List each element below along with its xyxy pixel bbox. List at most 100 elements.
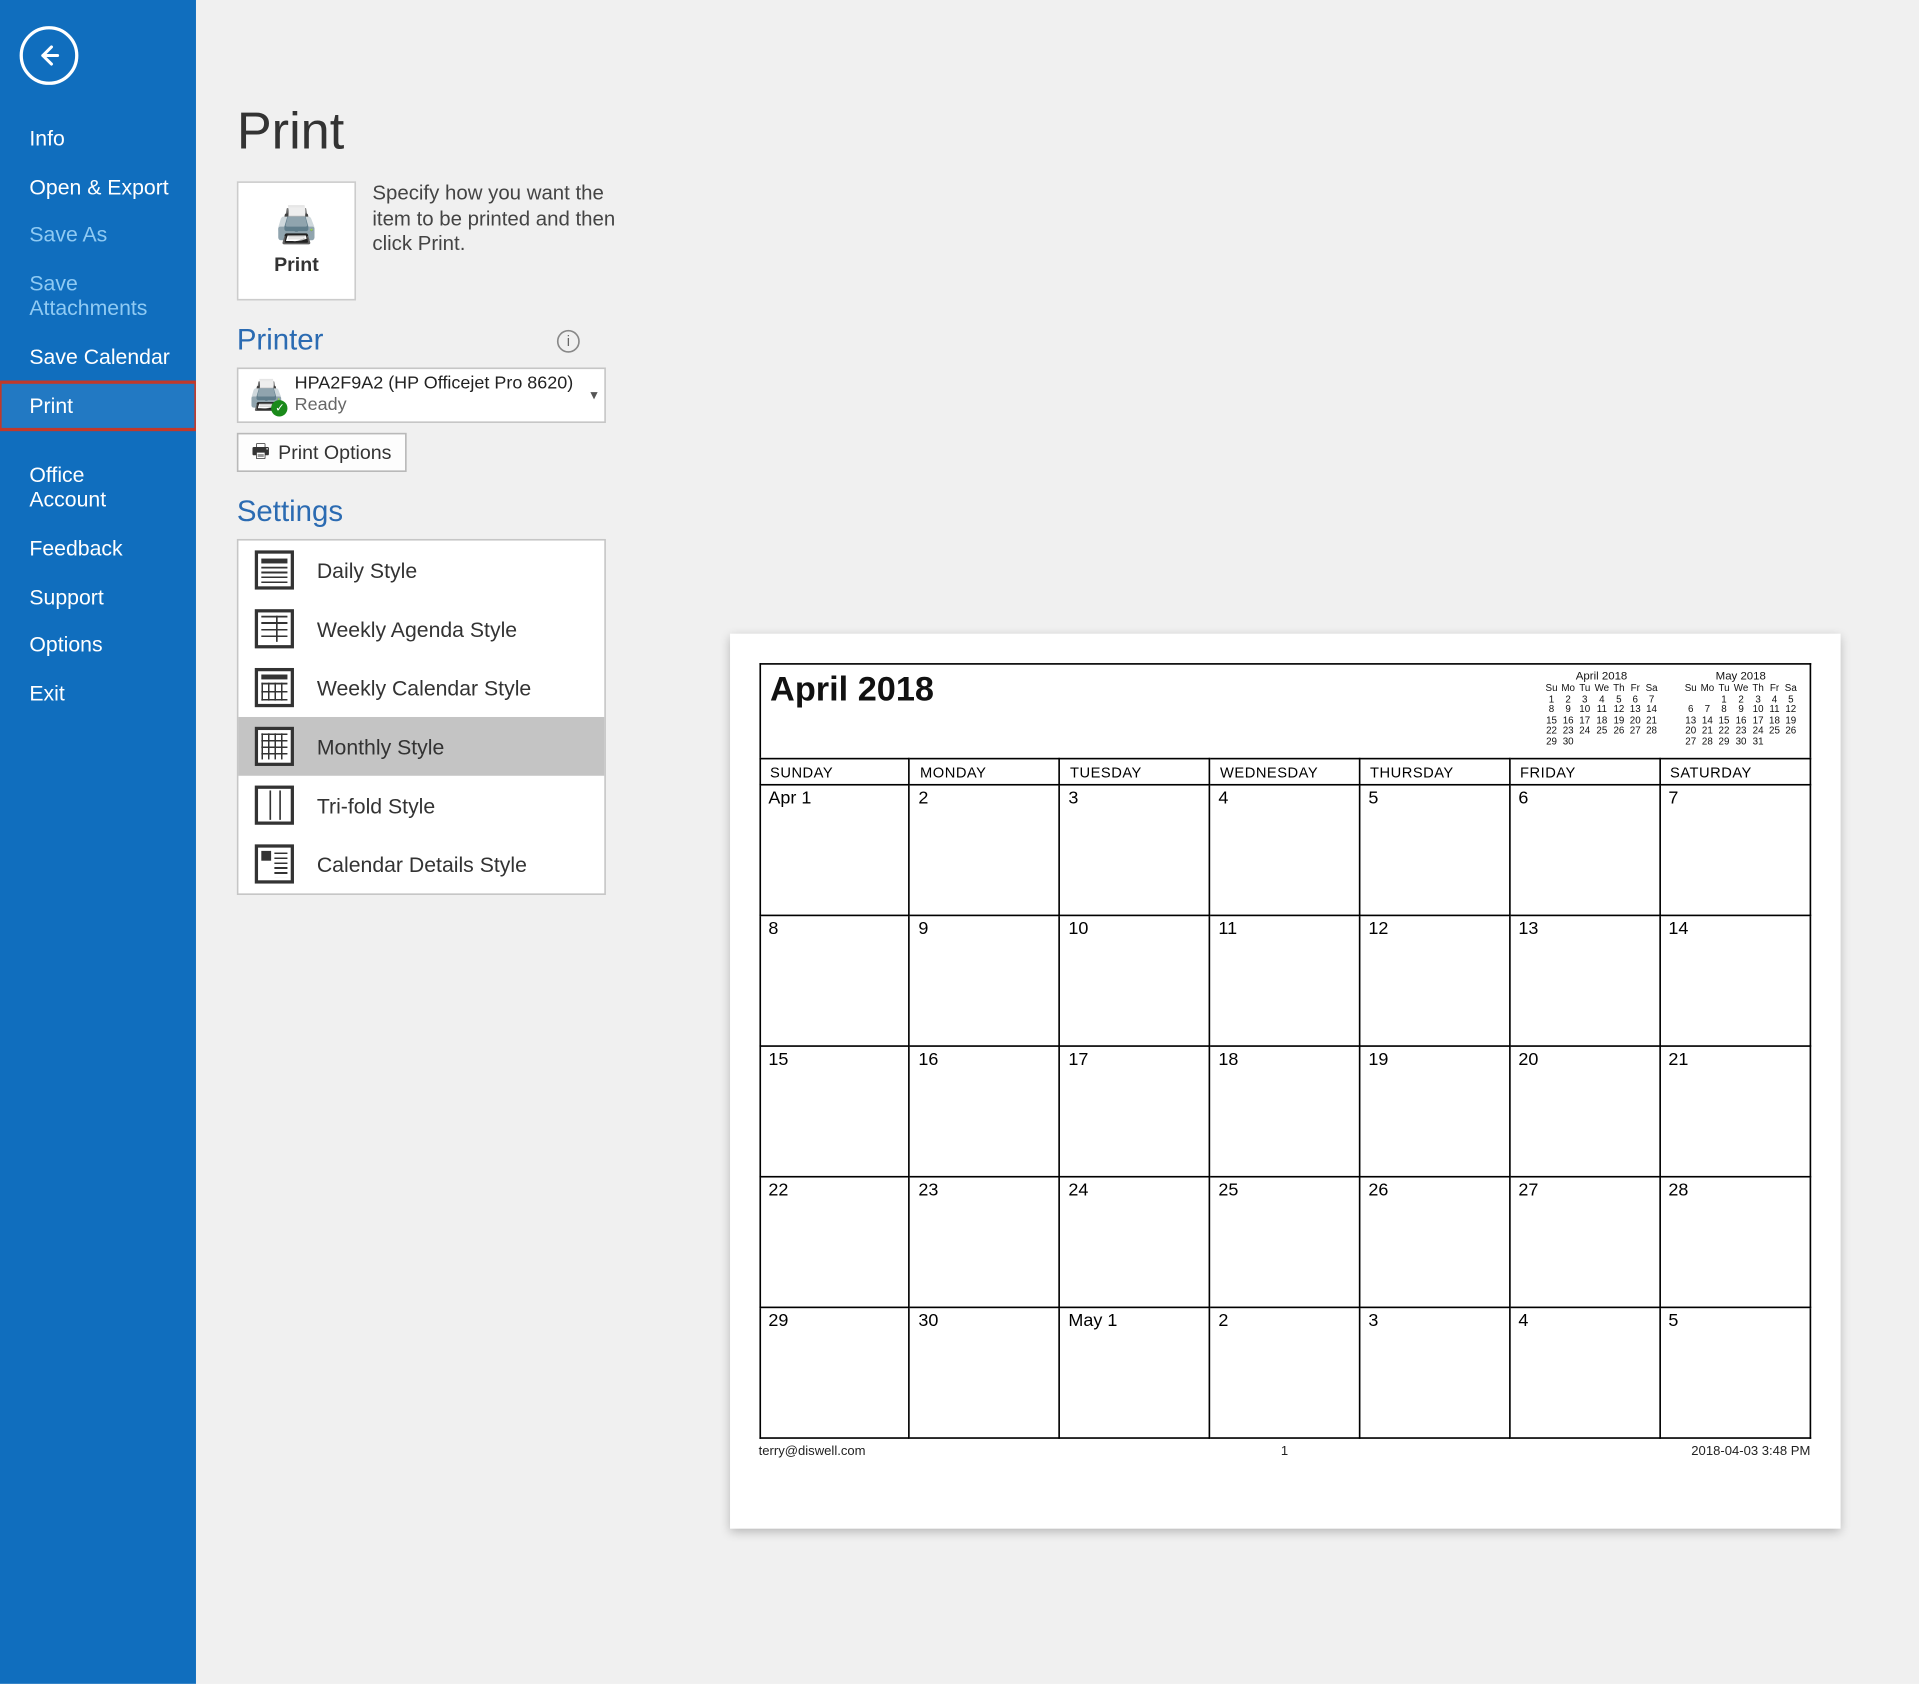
calendar-cell: 4	[1509, 1307, 1659, 1438]
calendar-cell: 14	[1659, 915, 1809, 1046]
calendar-cell: 3	[1359, 1307, 1509, 1438]
nav-item-options[interactable]: Options	[0, 621, 196, 669]
dow-header: TUESDAY	[1059, 759, 1209, 785]
dow-header: MONDAY	[909, 759, 1059, 785]
preview-footer: terry@diswell.com 1 2018-04-03 3:48 PM	[759, 1444, 1811, 1459]
style-tri-fold-style[interactable]: Tri-fold Style	[238, 776, 604, 835]
dow-header: SATURDAY	[1659, 759, 1809, 785]
calendar-cell: 24	[1059, 1177, 1209, 1308]
calendar-cell: May 1	[1059, 1307, 1209, 1438]
calendar-cell: 7	[1659, 785, 1809, 916]
calendar-cell: 4	[1209, 785, 1359, 916]
info-icon[interactable]: i	[557, 330, 580, 353]
style-list: Daily Style Weekly Agenda Style Weekly Cal…	[237, 539, 606, 895]
nav-item-feedback[interactable]: Feedback	[0, 524, 196, 572]
nav-item-info[interactable]: Info	[0, 114, 196, 162]
mini-calendar-next: May 2018SuMoTuWeThFrSa123456789101112131…	[1683, 671, 1799, 749]
preview-month-title: April 2018	[770, 671, 934, 710]
arrow-left-icon	[34, 41, 63, 70]
nav-item-save-attachments: Save Attachments	[0, 259, 196, 333]
calendar-cell: 12	[1359, 915, 1509, 1046]
dow-header: WEDNESDAY	[1209, 759, 1359, 785]
calendar-cell: 6	[1509, 785, 1659, 916]
print-description: Specify how you want the item to be prin…	[372, 181, 633, 258]
calendar-cell: 27	[1509, 1177, 1659, 1308]
calendar-cell: 25	[1209, 1177, 1359, 1308]
ic-trifold-icon	[255, 786, 294, 825]
ready-check-icon: ✓	[272, 399, 288, 415]
calendar-cell: 18	[1209, 1046, 1359, 1177]
nav-item-save-as: Save As	[0, 211, 196, 259]
style-label: Calendar Details Style	[317, 852, 527, 876]
backstage-sidebar: InfoOpen & ExportSave AsSave Attachments…	[0, 0, 196, 1684]
nav-item-save-calendar[interactable]: Save Calendar	[0, 333, 196, 381]
nav-item-support[interactable]: Support	[0, 573, 196, 621]
print-preview: April 2018 April 2018SuMoTuWeThFrSa12345…	[686, 634, 1883, 1619]
style-weekly-calendar-style[interactable]: Weekly Calendar Style	[238, 658, 604, 717]
style-monthly-style[interactable]: Monthly Style	[238, 717, 604, 776]
printer-heading: Printer i	[237, 323, 1919, 357]
ic-agenda-icon	[255, 609, 294, 648]
calendar-cell: 10	[1059, 915, 1209, 1046]
preview-header: April 2018 April 2018SuMoTuWeThFrSa12345…	[759, 663, 1811, 758]
calendar-cell: 21	[1659, 1046, 1809, 1177]
print-card: 🖨️ Print Specify how you want the item t…	[237, 181, 1919, 300]
calendar-cell: 19	[1359, 1046, 1509, 1177]
mini-calendar-current: April 2018SuMoTuWeThFrSa1234567891011121…	[1543, 671, 1659, 749]
style-calendar-details-style[interactable]: Calendar Details Style	[238, 835, 604, 894]
nav-item-open-export[interactable]: Open & Export	[0, 163, 196, 211]
print-options-button[interactable]: 🖶 Print Options	[237, 433, 406, 472]
calendar-cell: 5	[1359, 785, 1509, 916]
style-label: Monthly Style	[317, 734, 444, 758]
print-button[interactable]: 🖨️ Print	[237, 181, 356, 300]
nav-item-print[interactable]: Print	[0, 381, 196, 429]
preview-page: April 2018 April 2018SuMoTuWeThFrSa12345…	[729, 634, 1840, 1529]
style-label: Tri-fold Style	[317, 793, 435, 817]
page-title: Print	[237, 101, 1919, 161]
printer-small-icon: 🖶	[252, 435, 271, 469]
style-daily-style[interactable]: Daily Style	[238, 541, 604, 600]
calendar-cell: 26	[1359, 1177, 1509, 1308]
calendar-cell: 3	[1059, 785, 1209, 916]
ic-details-icon	[255, 844, 294, 883]
dow-header: THURSDAY	[1359, 759, 1509, 785]
calendar-cell: 20	[1509, 1046, 1659, 1177]
back-button[interactable]	[20, 26, 79, 85]
calendar-cell: 15	[759, 1046, 909, 1177]
settings-heading: Settings	[237, 495, 1919, 529]
printer-select[interactable]: 🖨️✓ HPA2F9A2 (HP Officejet Pro 8620) Rea…	[237, 367, 606, 423]
printer-icon: 🖨️	[274, 207, 319, 243]
style-label: Weekly Agenda Style	[317, 617, 517, 641]
chevron-down-icon: ▾	[590, 386, 597, 404]
calendar-cell: 9	[909, 915, 1059, 1046]
footer-page-number: 1	[1281, 1444, 1288, 1459]
calendar-cell: 22	[759, 1177, 909, 1308]
calendar-cell: 2	[909, 785, 1059, 916]
printer-name: HPA2F9A2 (HP Officejet Pro 8620)	[295, 375, 574, 396]
dow-header: SUNDAY	[759, 759, 909, 785]
nav-item-exit[interactable]: Exit	[0, 669, 196, 717]
calendar-cell: 2	[1209, 1307, 1359, 1438]
calendar-cell: 11	[1209, 915, 1359, 1046]
style-label: Daily Style	[317, 558, 417, 582]
footer-email: terry@diswell.com	[759, 1444, 866, 1459]
calendar-cell: 13	[1509, 915, 1659, 1046]
calendar-cell: 28	[1659, 1177, 1809, 1308]
printer-status: Ready	[295, 395, 574, 416]
style-weekly-agenda-style[interactable]: Weekly Agenda Style	[238, 599, 604, 658]
nav-item-office-account[interactable]: OfficeAccount	[0, 453, 196, 525]
calendar-cell: 29	[759, 1307, 909, 1438]
ic-weekcal-icon	[255, 668, 294, 707]
main-panel: Print 🖨️ Print Specify how you want the …	[196, 0, 1919, 1684]
calendar-cell: 23	[909, 1177, 1059, 1308]
calendar-cell: 16	[909, 1046, 1059, 1177]
style-label: Weekly Calendar Style	[317, 675, 531, 699]
print-tile-label: Print	[274, 252, 319, 275]
ic-month-icon	[255, 727, 294, 766]
calendar-cell: 30	[909, 1307, 1059, 1438]
calendar-grid: SUNDAYMONDAYTUESDAYWEDNESDAYTHURSDAYFRID…	[759, 758, 1811, 1439]
ic-daily-icon	[255, 550, 294, 589]
calendar-cell: 17	[1059, 1046, 1209, 1177]
footer-timestamp: 2018-04-03 3:48 PM	[1691, 1444, 1810, 1459]
calendar-cell: Apr 1	[759, 785, 909, 916]
